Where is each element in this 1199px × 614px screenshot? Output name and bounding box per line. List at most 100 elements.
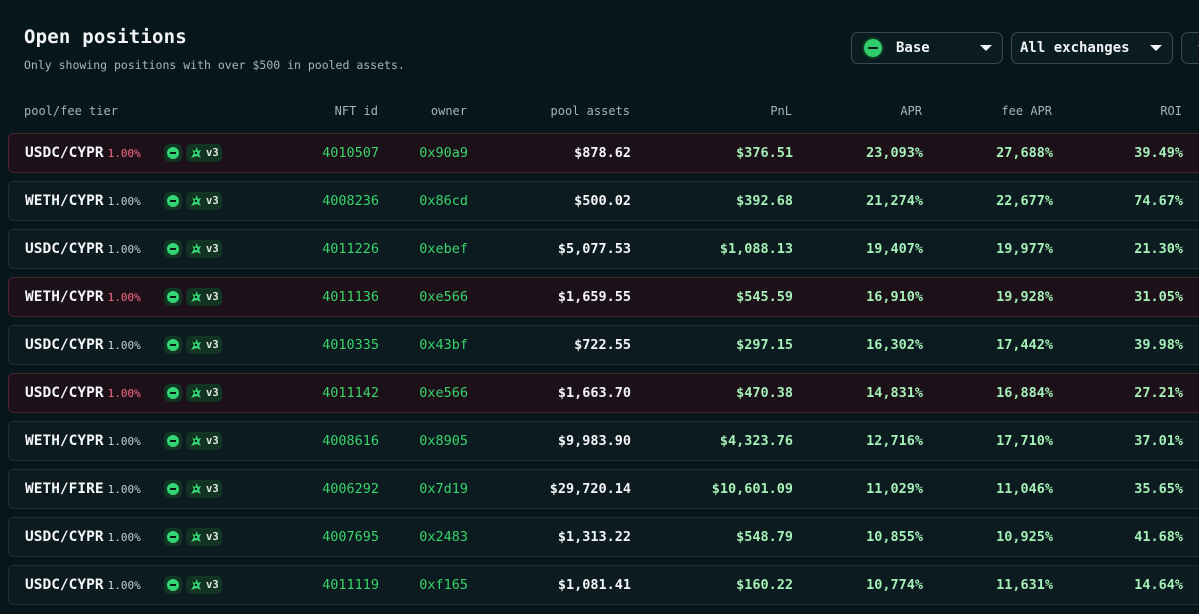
- apr-cell: 19,407%: [866, 241, 923, 257]
- column-header-fee-apr[interactable]: fee APR: [950, 104, 1052, 118]
- nft-id-cell[interactable]: 4008616: [309, 422, 379, 460]
- owner-cell[interactable]: 0xe566: [409, 278, 468, 316]
- version-label: v3: [206, 531, 219, 543]
- column-header-owner[interactable]: owner: [400, 104, 467, 118]
- pool-badges: v3: [164, 336, 222, 354]
- nft-id-cell[interactable]: 4011142: [309, 374, 379, 412]
- pool-cell: USDC/CYPR 1.00%: [25, 374, 141, 412]
- fee-apr-cell: 19,928%: [996, 289, 1053, 305]
- column-header-pnl[interactable]: PnL: [700, 104, 792, 118]
- table-row[interactable]: USDC/CYPR 1.00% v3 4007695 0x2483 $1,313.…: [8, 517, 1199, 557]
- owner-cell[interactable]: 0x8905: [409, 422, 468, 460]
- exchange-select-value: All exchanges: [1020, 40, 1130, 56]
- column-header-pool-assets[interactable]: pool assets: [500, 104, 630, 118]
- dex-badge: v3: [186, 576, 222, 594]
- pool-assets-cell: $1,313.22: [557, 529, 631, 545]
- chevron-down-icon: [1150, 45, 1162, 51]
- pool-assets-cell: $500.02: [574, 193, 631, 209]
- pnl-cell: $376.51: [736, 145, 793, 161]
- column-header-apr[interactable]: APR: [850, 104, 922, 118]
- owner-cell[interactable]: 0xe566: [409, 374, 468, 412]
- roi-cell: 37.01%: [1134, 433, 1183, 449]
- owner-cell[interactable]: 0xebef: [409, 230, 468, 268]
- table-row[interactable]: USDC/CYPR 1.00% v3 4010335 0x43bf $722.55…: [8, 325, 1199, 365]
- pool-assets-cell: $5,077.53: [557, 241, 631, 257]
- extra-filter-select[interactable]: [1181, 32, 1199, 64]
- fee-tier: 1.00%: [107, 435, 141, 448]
- owner-cell[interactable]: 0x86cd: [409, 182, 468, 220]
- pool-badges: v3: [164, 480, 222, 498]
- pnl-cell: $470.38: [736, 385, 793, 401]
- table-row[interactable]: WETH/FIRE 1.00% v3 4006292 0x7d19 $29,720…: [8, 469, 1199, 509]
- base-chain-icon: [164, 336, 182, 354]
- fee-apr-cell: 17,710%: [996, 433, 1053, 449]
- roi-cell: 74.67%: [1134, 193, 1183, 209]
- version-label: v3: [206, 291, 219, 303]
- base-chain-icon: [164, 480, 182, 498]
- fee-apr-cell: 11,046%: [996, 481, 1053, 497]
- exchange-select[interactable]: All exchanges: [1011, 32, 1173, 64]
- apr-cell: 10,774%: [866, 577, 923, 593]
- dex-badge: v3: [186, 240, 222, 258]
- column-header-pool[interactable]: pool/fee tier: [24, 104, 118, 118]
- base-chain-icon: [164, 384, 182, 402]
- table-row[interactable]: WETH/CYPR 1.00% v3 4008236 0x86cd $500.02…: [8, 181, 1199, 221]
- pool-badges: v3: [164, 384, 222, 402]
- owner-cell[interactable]: 0x7d19: [409, 470, 468, 508]
- unicorn-icon: [191, 147, 201, 158]
- pool-cell: USDC/CYPR 1.00%: [25, 566, 141, 604]
- table-row[interactable]: WETH/CYPR 1.00% v3 4008616 0x8905 $9,983.…: [8, 421, 1199, 461]
- table-row[interactable]: USDC/CYPR 1.00% v3 4010507 0x90a9 $878.62…: [8, 133, 1199, 173]
- apr-cell: 16,910%: [866, 289, 923, 305]
- nft-id-cell[interactable]: 4011226: [309, 230, 379, 268]
- base-chain-icon: [164, 288, 182, 306]
- fee-tier: 1.00%: [107, 483, 141, 496]
- fee-apr-cell: 16,884%: [996, 385, 1053, 401]
- base-chain-icon: [864, 39, 882, 57]
- table-row[interactable]: WETH/CYPR 1.00% v3 4011136 0xe566 $1,659.…: [8, 277, 1199, 317]
- chain-select[interactable]: Base: [851, 32, 1003, 64]
- pool-cell: USDC/CYPR 1.00%: [25, 230, 141, 268]
- fee-tier: 1.00%: [107, 243, 141, 256]
- dex-badge: v3: [186, 144, 222, 162]
- base-chain-icon: [164, 240, 182, 258]
- table-row[interactable]: USDC/CYPR 1.00% v3 4011119 0xf165 $1,081.…: [8, 565, 1199, 605]
- pool-badges: v3: [164, 576, 222, 594]
- owner-cell[interactable]: 0x2483: [409, 518, 468, 556]
- owner-cell[interactable]: 0x43bf: [409, 326, 468, 364]
- roi-cell: 39.98%: [1134, 337, 1183, 353]
- unicorn-icon: [191, 531, 201, 542]
- roi-cell: 27.21%: [1134, 385, 1183, 401]
- pnl-cell: $160.22: [736, 577, 793, 593]
- apr-cell: 14,831%: [866, 385, 923, 401]
- pool-cell: USDC/CYPR 1.00%: [25, 134, 141, 172]
- owner-cell[interactable]: 0xf165: [409, 566, 468, 604]
- nft-id-cell[interactable]: 4006292: [309, 470, 379, 508]
- column-header-nft-id[interactable]: NFT id: [300, 104, 378, 118]
- pool-cell: WETH/CYPR 1.00%: [25, 182, 141, 220]
- table-row[interactable]: USDC/CYPR 1.00% v3 4011226 0xebef $5,077.…: [8, 229, 1199, 269]
- nft-id-cell[interactable]: 4007695: [309, 518, 379, 556]
- fee-apr-cell: 10,925%: [996, 529, 1053, 545]
- table-row[interactable]: USDC/CYPR 1.00% v3 4011142 0xe566 $1,663.…: [8, 373, 1199, 413]
- apr-cell: 11,029%: [866, 481, 923, 497]
- owner-cell[interactable]: 0x90a9: [409, 134, 468, 172]
- unicorn-icon: [191, 339, 201, 350]
- unicorn-icon: [191, 579, 201, 590]
- pool-pair: USDC/CYPR: [25, 385, 104, 401]
- nft-id-cell[interactable]: 4008236: [309, 182, 379, 220]
- column-header-roi[interactable]: ROI: [1100, 104, 1182, 118]
- nft-id-cell[interactable]: 4010335: [309, 326, 379, 364]
- pnl-cell: $10,601.09: [711, 481, 793, 497]
- base-chain-icon: [164, 192, 182, 210]
- pool-pair: WETH/FIRE: [25, 481, 104, 497]
- apr-cell: 23,093%: [866, 145, 923, 161]
- pool-badges: v3: [164, 240, 222, 258]
- apr-cell: 12,716%: [866, 433, 923, 449]
- nft-id-cell[interactable]: 4011136: [309, 278, 379, 316]
- roi-cell: 31.05%: [1134, 289, 1183, 305]
- nft-id-cell[interactable]: 4011119: [309, 566, 379, 604]
- version-label: v3: [206, 483, 219, 495]
- nft-id-cell[interactable]: 4010507: [309, 134, 379, 172]
- version-label: v3: [206, 339, 219, 351]
